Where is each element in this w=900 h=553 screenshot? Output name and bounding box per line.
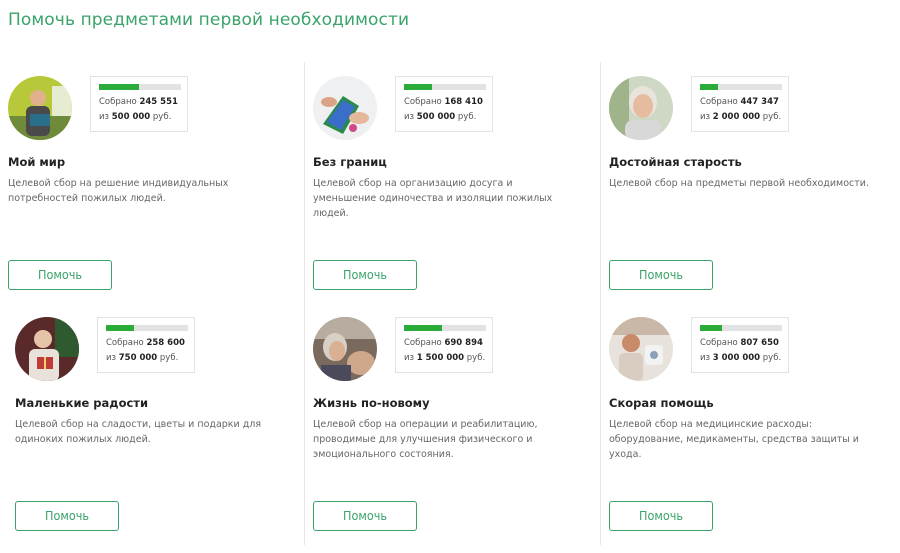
progress-bar-fill: [700, 84, 719, 90]
fundraiser-card-malenkie-radosti: Собрано 258 600 из 750 000 руб. Маленьки…: [0, 303, 296, 545]
progress-box: Собрано 807 650 из 3 000 000 руб.: [691, 317, 789, 373]
fundraiser-card-zhizn-po-novomu: Собрано 690 894 из 1 500 000 руб. Жизнь …: [304, 303, 600, 545]
goal-amount: 500 000: [416, 112, 456, 122]
collected-amount: 690 894: [444, 338, 483, 348]
fundraiser-photo: [609, 317, 673, 381]
goal-amount: 3 000 000: [712, 353, 761, 363]
page-title: Помочь предметами первой необходимости: [8, 10, 410, 30]
currency: руб.: [466, 353, 486, 363]
collected-label: Собрано: [404, 338, 442, 348]
progress-bar-fill: [700, 325, 723, 331]
collected-amount: 168 410: [444, 97, 483, 107]
collected-label: Собрано: [404, 97, 442, 107]
fundraiser-photo: [313, 317, 377, 381]
collected-amount: 258 600: [146, 338, 185, 348]
collected-amount: 807 650: [740, 338, 779, 348]
card-description: Целевой сбор на медицинские расходы: обо…: [609, 419, 859, 460]
fundraiser-photo: [8, 76, 72, 140]
card-description: Целевой сбор на организацию досуга и уме…: [313, 178, 553, 219]
card-description: Целевой сбор на операции и реабилитацию,…: [313, 419, 538, 460]
collected-label: Собрано: [700, 97, 738, 107]
help-button[interactable]: Помочь: [313, 260, 417, 290]
goal-prefix: из: [700, 353, 711, 363]
progress-bar-track: [404, 84, 486, 90]
card-title: Достойная старость: [609, 155, 742, 169]
card-description: Целевой сбор на предметы первой необходи…: [609, 178, 869, 189]
card-title: Маленькие радости: [15, 396, 149, 410]
card-description: Целевой сбор на сладости, цветы и подарк…: [15, 419, 262, 445]
fundraiser-photo: [15, 317, 79, 381]
goal-prefix: из: [700, 112, 711, 122]
card-title: Мой мир: [8, 155, 66, 169]
collected-amount: 245 551: [139, 97, 178, 107]
currency: руб.: [457, 112, 477, 122]
goal-prefix: из: [99, 112, 110, 122]
progress-bar-fill: [404, 84, 432, 90]
progress-bar-fill: [99, 84, 140, 90]
collected-label: Собрано: [99, 97, 137, 107]
goal-prefix: из: [404, 353, 415, 363]
collected-amount: 447 347: [740, 97, 779, 107]
help-button[interactable]: Помочь: [15, 501, 119, 531]
collected-label: Собрано: [700, 338, 738, 348]
fundraiser-photo: [609, 76, 673, 140]
goal-amount: 1 500 000: [416, 353, 465, 363]
progress-bar-fill: [106, 325, 134, 331]
currency: руб.: [762, 353, 782, 363]
progress-box: Собрано 258 600 из 750 000 руб.: [97, 317, 195, 373]
card-title: Скорая помощь: [609, 396, 714, 410]
card-description: Целевой сбор на решение индивидуальных п…: [8, 178, 229, 204]
goal-prefix: из: [106, 353, 117, 363]
help-button[interactable]: Помочь: [8, 260, 112, 290]
card-title: Без границ: [313, 155, 387, 169]
currency: руб.: [762, 112, 782, 122]
help-button[interactable]: Помочь: [609, 501, 713, 531]
progress-box: Собрано 245 551 из 500 000 руб.: [90, 76, 188, 132]
fundraiser-card-skoraya-pomosch: Собрано 807 650 из 3 000 000 руб. Скорая…: [600, 303, 896, 545]
collected-label: Собрано: [106, 338, 144, 348]
progress-bar-track: [700, 325, 782, 331]
fundraiser-card-dostoynaya-starost: Собрано 447 347 из 2 000 000 руб. Достой…: [600, 62, 896, 304]
card-title: Жизнь по-новому: [313, 396, 430, 410]
help-button[interactable]: Помочь: [313, 501, 417, 531]
progress-box: Собрано 168 410 из 500 000 руб.: [395, 76, 493, 132]
progress-bar-track: [404, 325, 486, 331]
goal-amount: 750 000: [118, 353, 158, 363]
progress-bar-track: [106, 325, 188, 331]
progress-bar-track: [700, 84, 782, 90]
progress-box: Собрано 447 347 из 2 000 000 руб.: [691, 76, 789, 132]
goal-prefix: из: [404, 112, 415, 122]
progress-box: Собрано 690 894 из 1 500 000 руб.: [395, 317, 493, 373]
fundraiser-card-bez-granits: Собрано 168 410 из 500 000 руб. Без гран…: [304, 62, 600, 304]
fundraiser-photo: [313, 76, 377, 140]
progress-bar-track: [99, 84, 181, 90]
currency: руб.: [152, 112, 172, 122]
help-button[interactable]: Помочь: [609, 260, 713, 290]
currency: руб.: [159, 353, 179, 363]
fundraiser-card-moy-mir: Собрано 245 551 из 500 000 руб. Мой мир …: [0, 62, 296, 304]
goal-amount: 2 000 000: [712, 112, 761, 122]
goal-amount: 500 000: [111, 112, 151, 122]
progress-bar-fill: [404, 325, 442, 331]
